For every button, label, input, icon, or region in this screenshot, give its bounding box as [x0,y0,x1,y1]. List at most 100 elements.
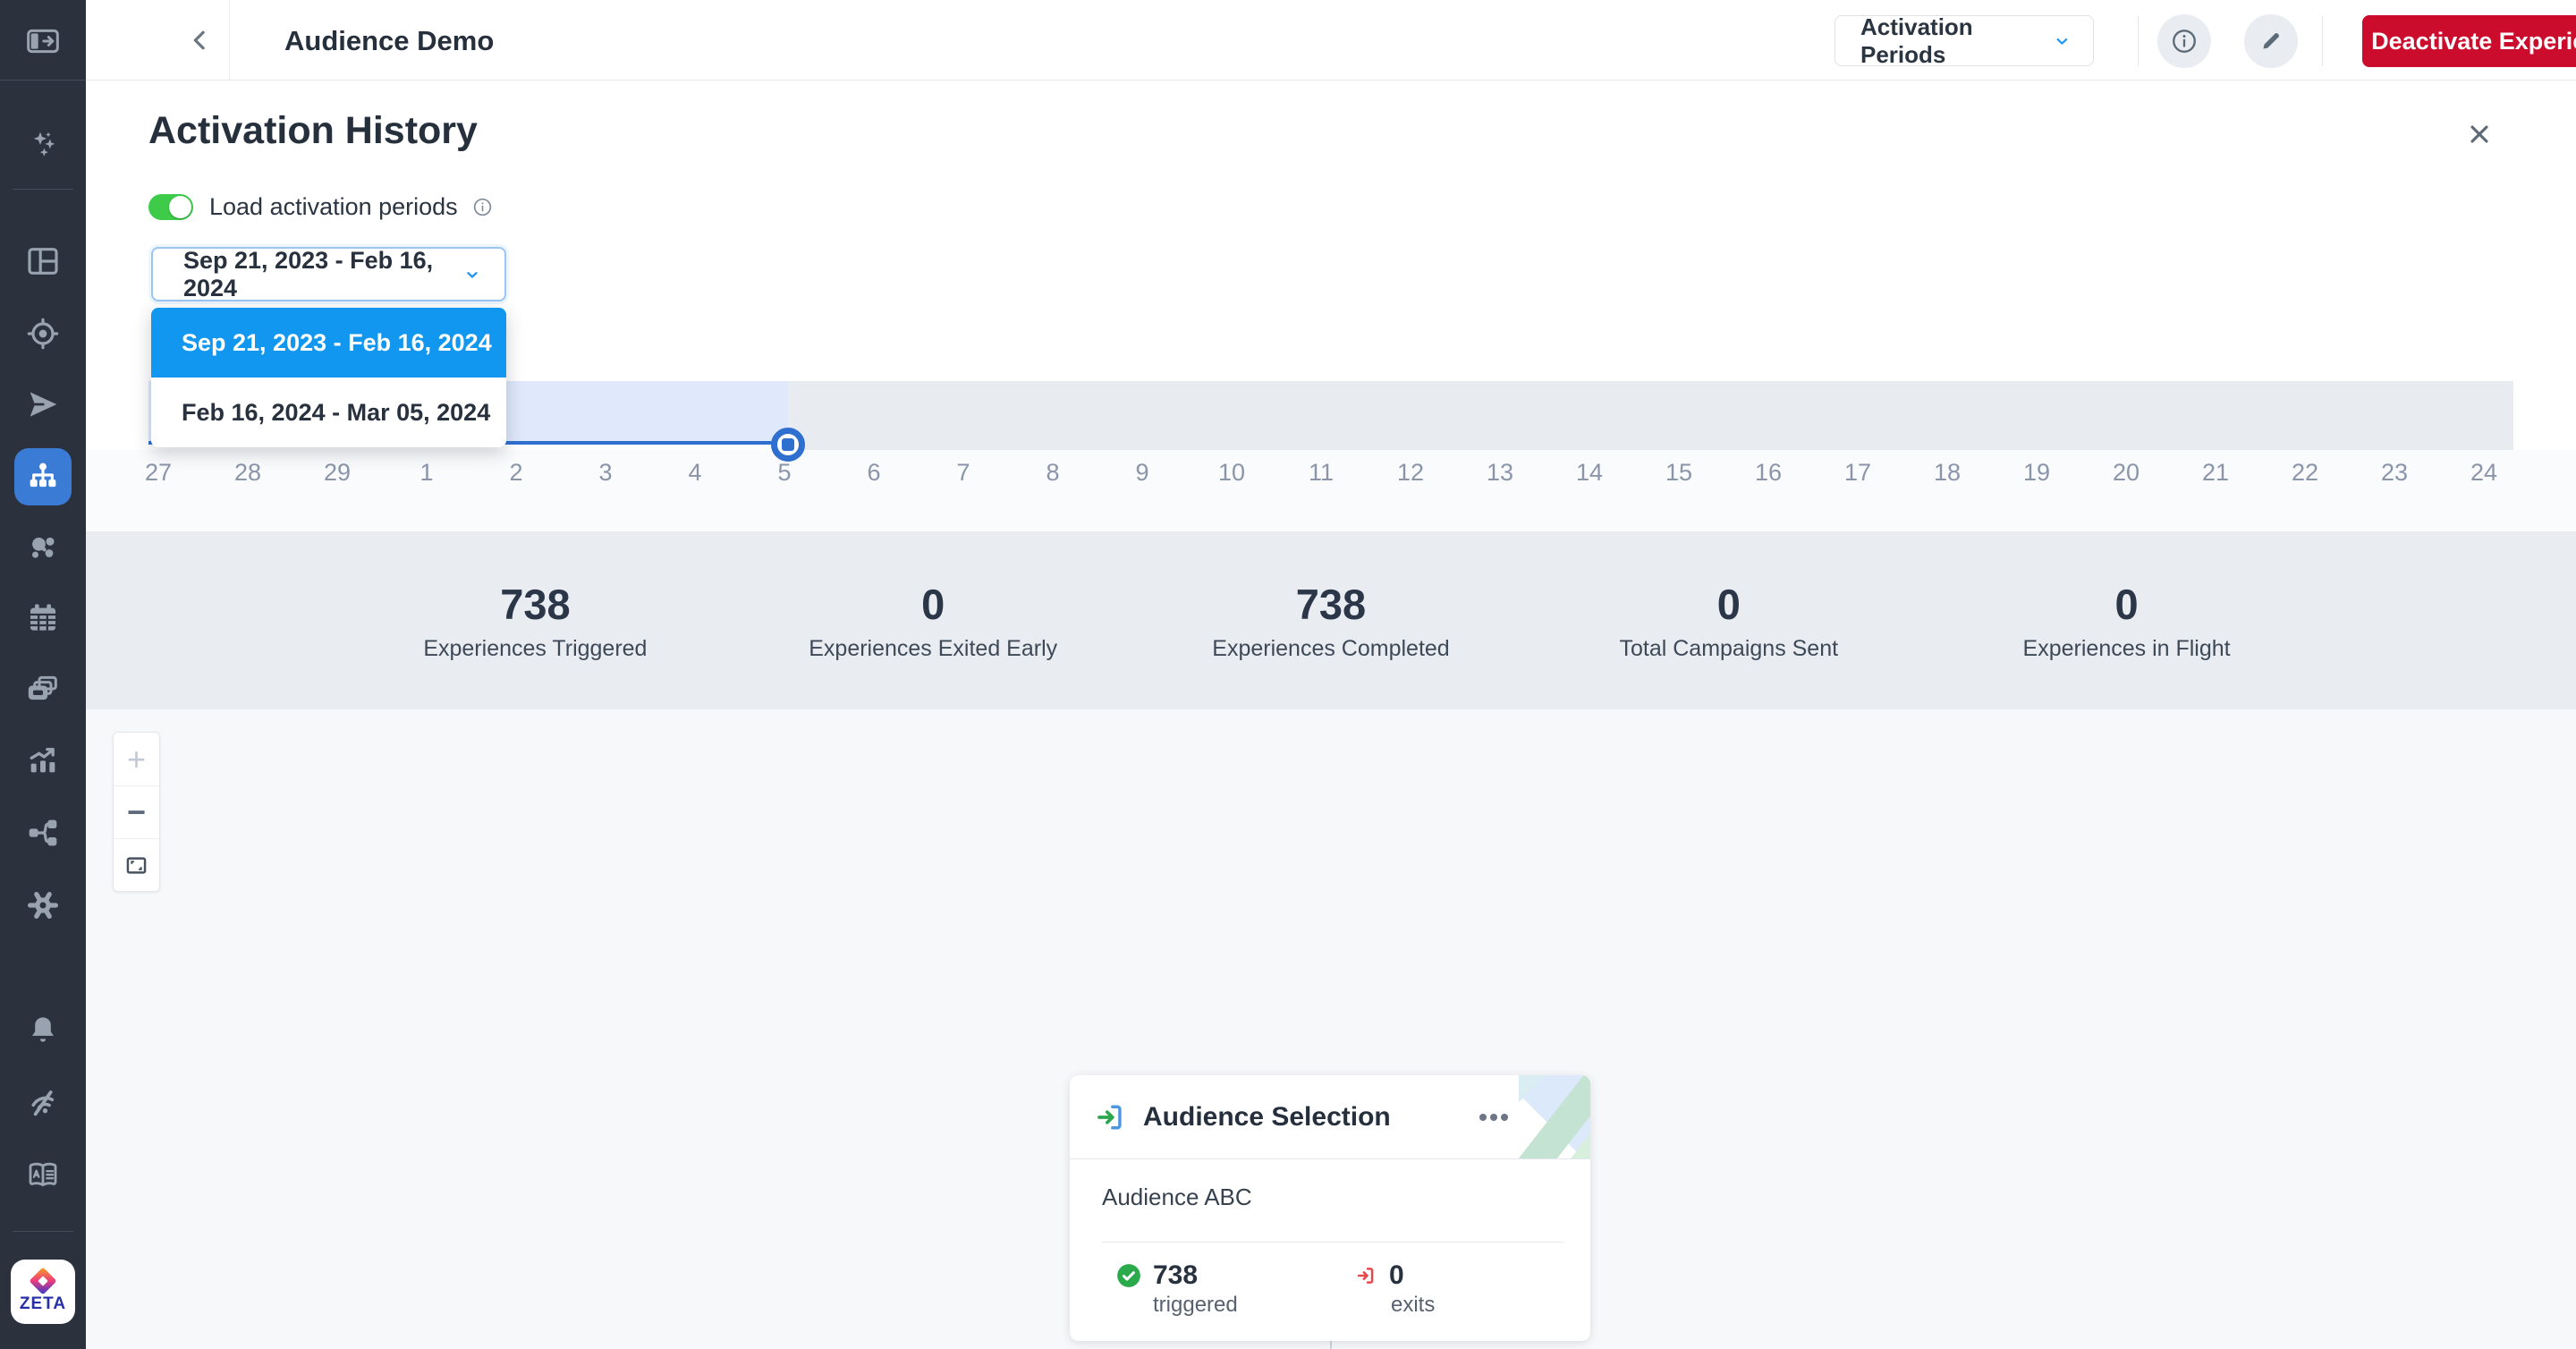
chevron-down-icon [2053,31,2072,51]
header-divider [2322,16,2323,66]
signals-icon[interactable] [21,1082,64,1124]
metric-label: triggered [1153,1293,1238,1318]
page-title: Audience Demo [284,25,494,57]
day-label: 11 [1276,459,1366,487]
sidebar-item-collections[interactable] [21,667,64,710]
day-label: 9 [1097,459,1187,487]
day-label: 15 [1634,459,1724,487]
view-selector-label: Activation Periods [1860,13,2053,69]
stat-label: Experiences Exited Early [734,636,1132,662]
stat-value: 0 [1928,580,2326,629]
stat-label: Experiences Triggered [336,636,734,662]
sidebar-item-settings[interactable] [21,884,64,927]
stat-label: Experiences in Flight [1928,636,2326,662]
sidebar: ZETA [0,0,86,1349]
sidebar-item-flows[interactable] [21,811,64,854]
toggle-info-icon[interactable] [472,197,493,217]
plus-icon: + [127,741,146,778]
edit-button[interactable] [2244,14,2298,68]
day-label: 2 [471,459,561,487]
stat-label: Experiences Completed [1132,636,1530,662]
day-label: 13 [1455,459,1545,487]
period-option-0[interactable]: Sep 21, 2023 - Feb 16, 2024 [151,308,506,378]
day-label: 1 [382,459,471,487]
sidebar-item-audiences[interactable] [21,526,64,569]
exit-node-icon [1354,1264,1377,1287]
collapse-sidebar-icon[interactable] [21,20,64,63]
close-panel-button[interactable] [2458,113,2501,156]
day-label: 5 [740,459,829,487]
stat-value: 738 [336,580,734,629]
timeline-marker[interactable] [771,428,805,462]
day-label: 10 [1187,459,1276,487]
zeta-logo[interactable]: ZETA [11,1260,75,1324]
metric-value: 738 [1153,1260,1198,1291]
node-connector-line [1330,1341,1332,1349]
timeline-day-labels: 27 28 29 1 2 3 4 5 6 7 8 9 10 11 12 13 1… [114,459,2529,487]
header-divider [2138,16,2139,66]
zeta-logo-text: ZETA [20,1294,66,1314]
day-label: 19 [1992,459,2081,487]
sidebar-item-target[interactable] [21,312,64,355]
notifications-bell-icon[interactable] [21,1009,64,1052]
period-select[interactable]: Sep 21, 2023 - Feb 16, 2024 [151,247,506,301]
canvas-zoom-controls: + − [113,732,160,892]
zeta-diamond-icon [29,1267,56,1294]
day-label: 12 [1366,459,1455,487]
check-circle-icon [1116,1263,1141,1288]
stats-band: 738 Experiences Triggered 0 Experiences … [86,531,2576,709]
panel-title: Activation History [148,109,478,153]
sidebar-item-send[interactable] [21,383,64,426]
day-label: 29 [292,459,382,487]
audience-selection-card[interactable]: Audience Selection Audience ABC 738 trig… [1070,1075,1590,1341]
load-activation-periods-toggle[interactable] [148,194,193,220]
card-menu-button[interactable] [1474,1104,1513,1131]
fit-view-button[interactable] [114,838,159,891]
day-label: 7 [919,459,1008,487]
day-label: 22 [2260,459,2350,487]
deactivate-experience-button[interactable]: Deactivate Experience [2362,15,2576,67]
card-title: Audience Selection [1143,1102,1391,1133]
view-selector-dropdown[interactable]: Activation Periods [1835,15,2094,66]
back-button[interactable] [182,22,218,58]
zoom-out-button[interactable]: − [114,785,159,838]
sidebar-item-calendar[interactable] [21,597,64,640]
app-root: ZETA Audience Demo Activation Periods De… [0,0,2576,1349]
period-select-value: Sep 21, 2023 - Feb 16, 2024 [183,247,463,302]
header-divider [229,0,230,81]
stat-value: 738 [1132,580,1530,629]
toggle-knob [169,196,191,218]
chevron-down-icon [463,265,481,284]
day-label: 4 [650,459,740,487]
sidebar-item-journeys-active[interactable] [14,448,72,505]
chevron-left-icon [187,27,214,54]
day-label: 28 [203,459,292,487]
fit-view-icon [124,853,148,878]
metric-triggered: 738 triggered [1116,1260,1238,1318]
ai-sparkles-icon[interactable] [21,122,64,165]
info-icon [2171,28,2198,55]
stat-value: 0 [1530,580,1928,629]
day-label: 6 [829,459,919,487]
sidebar-divider [13,1231,73,1232]
docs-book-icon[interactable] [21,1153,64,1196]
metric-value: 0 [1389,1260,1404,1291]
period-option-1[interactable]: Feb 16, 2024 - Mar 05, 2024 [151,378,506,447]
day-label: 23 [2350,459,2439,487]
stat-label: Total Campaigns Sent [1530,636,1928,662]
day-label: 8 [1008,459,1097,487]
day-label: 20 [2081,459,2171,487]
info-button[interactable] [2157,14,2211,68]
card-header: Audience Selection [1070,1075,1590,1159]
period-select-menu: Sep 21, 2023 - Feb 16, 2024 Feb 16, 2024… [151,308,506,447]
sidebar-item-analytics[interactable] [21,739,64,782]
sidebar-item-boards[interactable] [21,240,64,283]
metric-label: exits [1391,1293,1435,1318]
stat-value: 0 [734,580,1132,629]
top-header: Audience Demo Activation Periods Deactiv… [86,0,2576,81]
card-corner-ribbon [1519,1075,1590,1158]
close-icon [2465,120,2494,148]
zoom-in-button[interactable]: + [114,733,159,785]
toggle-label: Load activation periods [209,193,458,221]
card-divider [1102,1242,1563,1243]
